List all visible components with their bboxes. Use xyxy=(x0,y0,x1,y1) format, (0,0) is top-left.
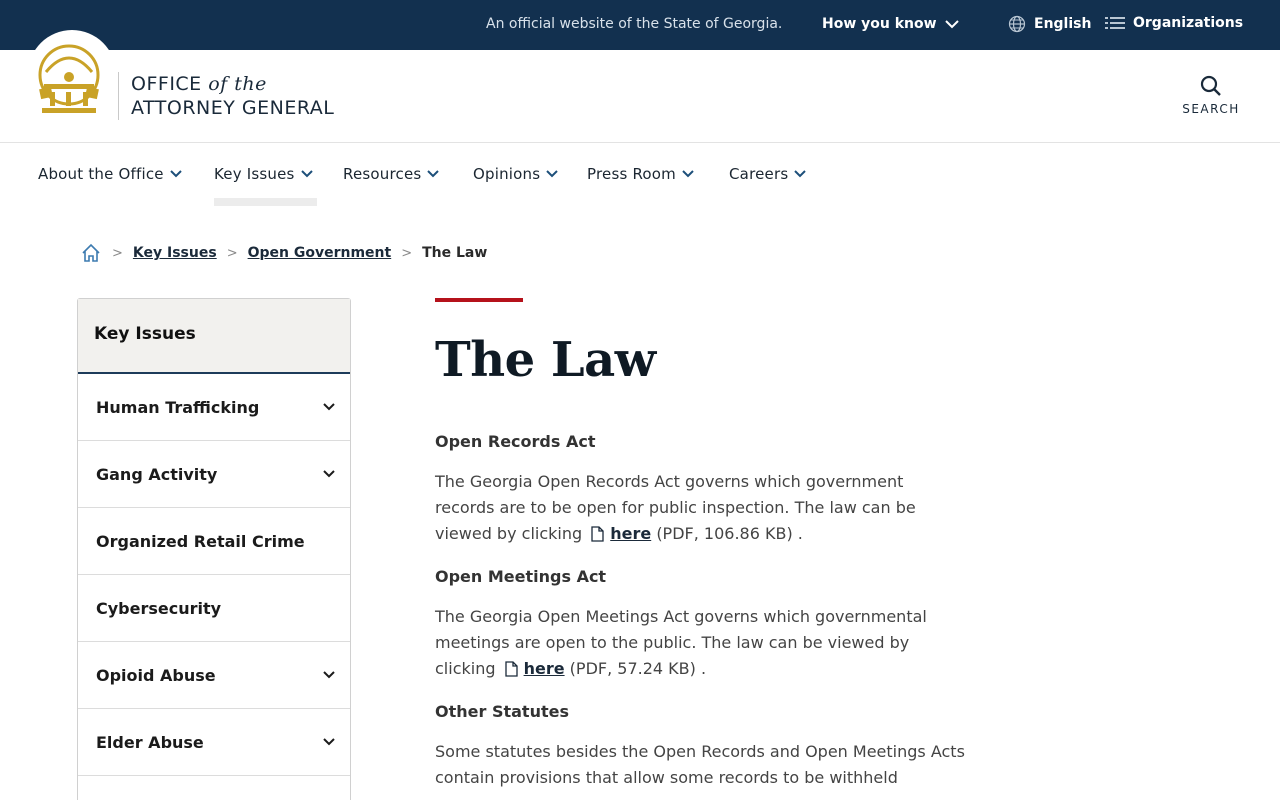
nav-press-room[interactable]: Press Room xyxy=(587,165,694,183)
section-text-open-records: The Georgia Open Records Act governs whi… xyxy=(435,469,965,547)
breadcrumb-current: The Law xyxy=(422,245,488,261)
nav-label: About the Office xyxy=(38,165,164,183)
sidebar-item-cybersecurity[interactable]: Cybersecurity xyxy=(78,575,350,642)
nav-label: Key Issues xyxy=(214,165,295,183)
chevron-down-icon[interactable] xyxy=(322,735,336,749)
nav-opinions[interactable]: Opinions xyxy=(473,165,558,183)
section-heading-open-meetings: Open Meetings Act xyxy=(435,567,607,586)
file-icon xyxy=(504,661,518,677)
language-selector[interactable]: English xyxy=(1008,15,1091,33)
logo-divider xyxy=(118,72,119,120)
nav-label: Press Room xyxy=(587,165,676,183)
sidebar-item-elder-abuse[interactable]: Elder Abuse xyxy=(78,709,350,776)
file-icon xyxy=(591,526,604,542)
sidebar-item-organized-retail-crime[interactable]: Organized Retail Crime xyxy=(78,508,350,575)
how-you-know-label: How you know xyxy=(822,16,937,32)
page-title: The Law xyxy=(435,332,656,388)
section-text-other-statutes: Some statutes besides the Open Records a… xyxy=(435,739,965,791)
official-site-text: An official website of the State of Geor… xyxy=(486,16,783,32)
site-title-line1: OFFICE of the xyxy=(131,72,334,96)
search-icon xyxy=(1200,75,1221,96)
section-sidebar: Key Issues Human Trafficking Gang Activi… xyxy=(77,298,351,800)
file-info-text: (PDF, 106.86 KB) . xyxy=(656,524,803,543)
search-label: SEARCH xyxy=(1182,102,1240,116)
breadcrumb-open-government[interactable]: Open Government xyxy=(248,245,392,261)
file-info-text: (PDF, 57.24 KB) . xyxy=(569,659,707,678)
georgia-seal-logo[interactable] xyxy=(28,30,116,118)
breadcrumb: > Key Issues > Open Government > The Law xyxy=(80,242,487,264)
nav-label: Careers xyxy=(729,165,789,183)
nav-label: Opinions xyxy=(473,165,541,183)
breadcrumb-key-issues[interactable]: Key Issues xyxy=(133,245,217,261)
organizations-label: Organizations xyxy=(1133,15,1244,31)
how-you-know-button[interactable]: How you know xyxy=(822,16,959,32)
sidebar-item-gang-activity[interactable]: Gang Activity xyxy=(78,441,350,508)
organizations-menu[interactable]: Organizations xyxy=(1105,15,1243,31)
nav-about-the-office[interactable]: About the Office xyxy=(38,165,182,183)
chevron-down-icon[interactable] xyxy=(322,467,336,481)
search-button[interactable]: SEARCH xyxy=(1180,74,1242,116)
chevron-down-icon xyxy=(427,170,440,178)
sidebar-heading[interactable]: Key Issues xyxy=(78,299,350,374)
chevron-down-icon xyxy=(300,170,313,178)
section-heading-open-records: Open Records Act xyxy=(435,432,596,451)
state-seal-icon xyxy=(38,44,100,113)
section-heading-other-statutes: Other Statutes xyxy=(435,702,569,721)
open-records-pdf-link[interactable]: here xyxy=(610,524,651,543)
sidebar-item-label: Opioid Abuse xyxy=(96,665,216,685)
sidebar-item-label: Cybersecurity xyxy=(96,598,222,618)
open-meetings-pdf-link[interactable]: here xyxy=(524,659,565,678)
site-title-line2: ATTORNEY GENERAL xyxy=(131,97,335,119)
nav-label: Resources xyxy=(343,165,422,183)
language-label: English xyxy=(1034,16,1092,32)
list-icon xyxy=(1105,17,1125,29)
chevron-down-icon xyxy=(944,20,959,29)
main-navigation: About the Office Key Issues Resources Op… xyxy=(0,143,1280,207)
sidebar-item-label: Human Trafficking xyxy=(96,397,260,417)
main-content: The Law Open Records Act The Georgia Ope… xyxy=(435,298,965,791)
chevron-down-icon[interactable] xyxy=(322,400,336,414)
home-icon[interactable] xyxy=(80,242,102,264)
sidebar-item-label: Gang Activity xyxy=(96,464,218,484)
chevron-down-icon xyxy=(682,170,694,178)
chevron-down-icon xyxy=(170,170,182,178)
nav-key-issues[interactable]: Key Issues xyxy=(214,165,317,206)
site-title[interactable]: OFFICE of the ATTORNEY GENERAL xyxy=(131,72,334,120)
site-header: OFFICE of the ATTORNEY GENERAL SEARCH xyxy=(0,30,1280,143)
title-accent-bar xyxy=(435,298,523,302)
chevron-down-icon xyxy=(546,170,558,178)
section-text-open-meetings: The Georgia Open Meetings Act governs wh… xyxy=(435,604,965,682)
nav-careers[interactable]: Careers xyxy=(729,165,807,183)
sidebar-item-label: Organized Retail Crime xyxy=(96,531,305,551)
breadcrumb-separator: > xyxy=(401,245,413,261)
chevron-down-icon xyxy=(794,170,807,178)
site-title-office: OFFICE xyxy=(131,73,202,95)
site-title-of-the: of the xyxy=(208,73,267,95)
sidebar-item-opioid-abuse[interactable]: Opioid Abuse xyxy=(78,642,350,709)
globe-icon xyxy=(1008,15,1026,33)
breadcrumb-separator: > xyxy=(112,245,123,261)
official-banner: An official website of the State of Geor… xyxy=(0,0,1280,50)
breadcrumb-separator: > xyxy=(226,245,238,261)
paragraph-text: Some statutes besides the Open Records a… xyxy=(435,742,965,787)
sidebar-item-human-trafficking[interactable]: Human Trafficking xyxy=(78,374,350,441)
sidebar-item-label: Elder Abuse xyxy=(96,732,204,752)
chevron-down-icon[interactable] xyxy=(322,668,336,682)
nav-resources[interactable]: Resources xyxy=(343,165,440,183)
